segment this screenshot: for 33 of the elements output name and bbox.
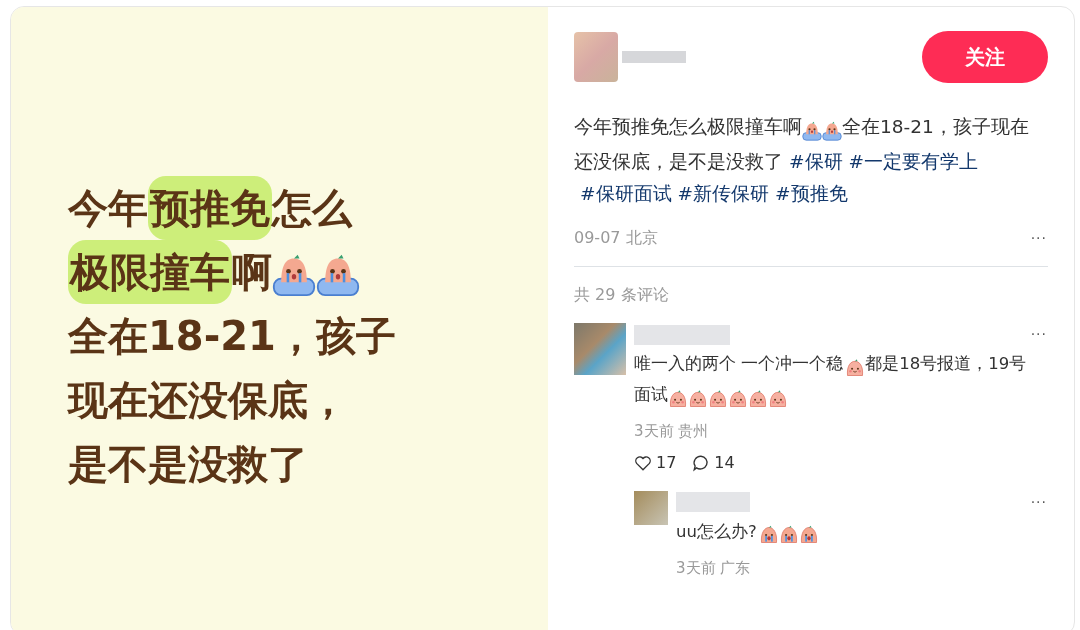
more-button[interactable]: ··· bbox=[1029, 323, 1048, 346]
avatar-placeholder[interactable] bbox=[574, 323, 626, 375]
username-placeholder[interactable] bbox=[676, 492, 750, 512]
highlighted-text: 极限撞车 bbox=[68, 240, 232, 304]
hashtag-link[interactable]: #一定要有学上 bbox=[848, 151, 979, 172]
more-button[interactable]: ··· bbox=[1029, 226, 1048, 250]
post-date-location: 09-07 北京 bbox=[574, 227, 658, 249]
comment-date-location: 3天前 广东 bbox=[676, 557, 752, 579]
hashtag-link[interactable]: #新传保研 bbox=[677, 183, 770, 204]
heart-icon bbox=[634, 453, 652, 472]
avatar-placeholder[interactable] bbox=[574, 32, 618, 82]
like-button[interactable]: 17 bbox=[634, 450, 677, 475]
poster-text: 现在还没保底， bbox=[68, 376, 348, 425]
post-text: 今年预推免怎么极限撞车啊 全在18-21，孩子现在还没保底，是不是没救了 #保研 #一定要有学上 #保研面试 #新传保研 #预推免 bbox=[574, 113, 1030, 206]
comment-date-location: 3天前 贵州 bbox=[634, 421, 710, 442]
hashtag-link[interactable]: #保研面试 bbox=[580, 183, 672, 204]
avatar-placeholder[interactable] bbox=[634, 490, 668, 525]
poster-text: 啊 bbox=[232, 248, 272, 297]
highlighted-text: 预推免 bbox=[148, 176, 272, 240]
reply-count-button[interactable]: 14 bbox=[692, 450, 735, 475]
poster-text: 是不是没救了 bbox=[68, 440, 308, 489]
speech-bubble-icon bbox=[692, 453, 711, 472]
poster-text: 今年 bbox=[68, 184, 148, 233]
username-placeholder[interactable] bbox=[634, 324, 730, 345]
hashtag-link[interactable]: #保研 bbox=[789, 151, 843, 172]
comment-text: 唯一入的两个 一个冲一个稳 都是18号报道，19号面试 bbox=[634, 350, 1048, 412]
follow-button[interactable]: 关注 bbox=[922, 31, 1048, 83]
comment-count: 共 29 条评论 bbox=[574, 284, 670, 306]
hashtag-link[interactable]: #预推免 bbox=[775, 183, 848, 204]
username-placeholder[interactable] bbox=[622, 51, 686, 63]
poster-text: 全在18-21，孩子 bbox=[68, 312, 396, 361]
more-button[interactable]: ··· bbox=[1029, 490, 1048, 514]
comment-text: uu怎么办? bbox=[676, 517, 1048, 549]
